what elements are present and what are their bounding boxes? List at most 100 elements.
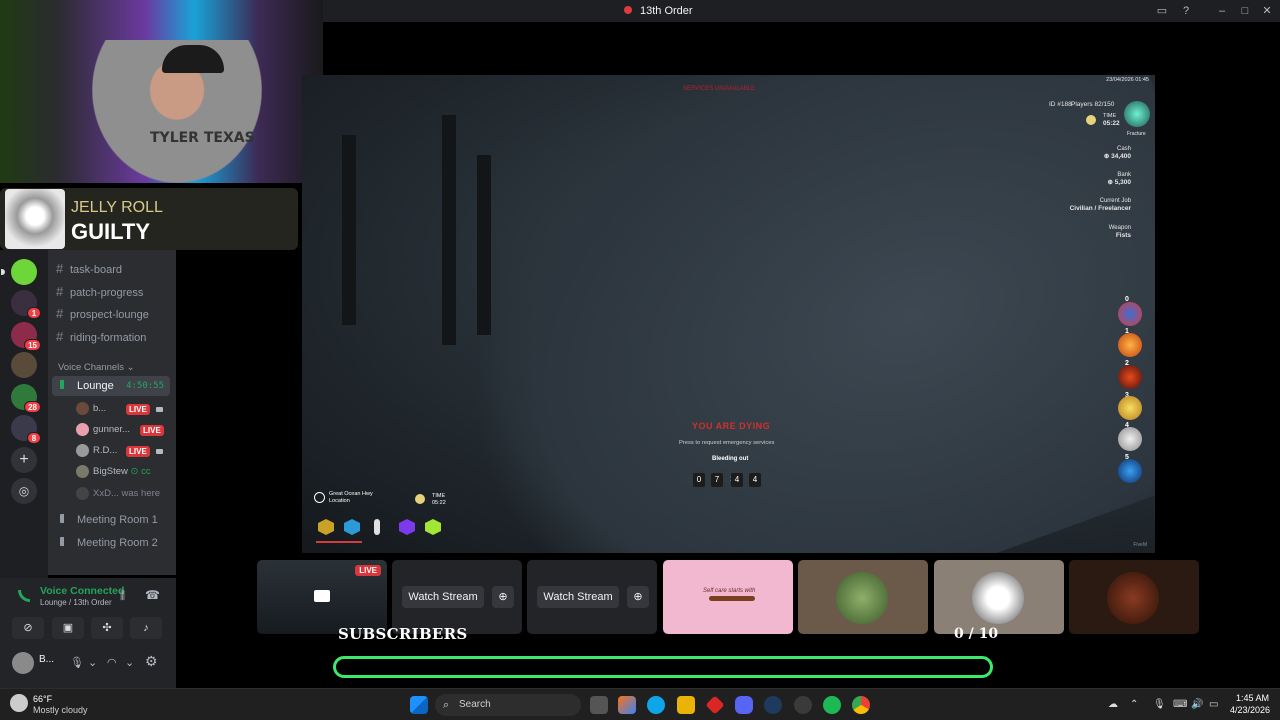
avatar[interactable] (12, 652, 34, 674)
channel-riding-formation[interactable]: # riding-formation (56, 327, 146, 347)
stream-tile[interactable] (798, 560, 928, 634)
server-icon[interactable]: 8 (11, 415, 41, 444)
moon-icon (1086, 115, 1096, 125)
volume-icon[interactable]: 🔊 (1191, 699, 1203, 710)
minimize-button[interactable]: – (1214, 3, 1230, 19)
search-box[interactable]: ⌕ Search (435, 694, 581, 716)
server-icon[interactable] (11, 352, 37, 378)
dying-text: YOU ARE DYING (692, 421, 771, 431)
popout-icon[interactable]: ⊕ (627, 586, 649, 608)
ability-icon (1118, 365, 1142, 389)
weather-desc[interactable]: Mostly cloudy (33, 705, 88, 715)
screen-share-button[interactable]: ▣ (52, 617, 84, 639)
copilot-icon[interactable] (618, 696, 636, 714)
camera-off-button[interactable]: ⊘ (12, 617, 44, 639)
stream-tile[interactable] (1069, 560, 1199, 634)
soundboard-button[interactable]: ♪ (130, 617, 162, 639)
hash-icon: # (56, 261, 64, 276)
file-explorer-icon[interactable] (677, 696, 695, 714)
game-time: 05:22 (1103, 120, 1120, 127)
chevron-down-icon[interactable]: ⌄ (88, 656, 97, 669)
channel-patch-progress[interactable]: # patch-progress (56, 282, 143, 302)
clock-time[interactable]: 1:45 AM (1235, 693, 1269, 703)
voice-user[interactable]: XxD... was here (76, 484, 170, 504)
steam-icon[interactable] (764, 696, 782, 714)
network-icon[interactable]: ⌨ (1173, 699, 1187, 710)
game-datetime: 23/04/2026 01:45 (1106, 77, 1149, 83)
camera-icon (156, 449, 163, 454)
speaker-icon (60, 537, 71, 546)
search-icon: ⌕ (443, 699, 450, 711)
microphone-icon[interactable]: 🎙 (1153, 699, 1166, 710)
voice-channel-lounge[interactable]: Lounge 4:50:55 (52, 376, 170, 396)
speaker-icon (60, 380, 71, 389)
stream-tile[interactable]: Watch Stream ⊕ (527, 560, 657, 634)
battery-icon[interactable]: ▭ (1209, 699, 1218, 710)
clock-date[interactable]: 4/23/2026 (1222, 705, 1270, 715)
hash-icon: # (56, 306, 64, 321)
weather-temp[interactable]: 66°F (33, 694, 52, 704)
weapon-block: Weapon Fists (1108, 225, 1131, 239)
live-badge: LIVE (355, 565, 381, 576)
chevron-down-icon[interactable]: ⌄ (125, 656, 134, 669)
close-button[interactable]: ✕ (1259, 3, 1275, 19)
compass-icon (314, 492, 325, 503)
channel-prospect-lounge[interactable]: # prospect-lounge (56, 304, 149, 324)
stream-tile[interactable] (934, 560, 1064, 634)
chevron-up-icon[interactable]: ⌃ (1130, 699, 1138, 710)
weather-icon[interactable] (10, 694, 28, 712)
discover-icon[interactable]: ◎ (11, 478, 37, 504)
watch-stream-button[interactable]: Watch Stream (537, 586, 619, 608)
voice-channel-meeting-2[interactable]: Meeting Room 2 (52, 533, 170, 553)
server-icon[interactable]: 28 (11, 384, 41, 413)
cloud-icon[interactable]: ☁ (1108, 699, 1118, 710)
noise-suppression-icon[interactable]: ⫼ (120, 590, 125, 603)
discord-icon[interactable] (735, 696, 753, 714)
server-icon[interactable]: 15 (11, 322, 41, 351)
stream-tile[interactable]: Watch Stream ⊕ (392, 560, 522, 634)
stream-tile[interactable]: LIVE (257, 560, 387, 634)
channel-task-board[interactable]: # task-board (56, 259, 122, 279)
help-icon[interactable]: ? (1178, 3, 1194, 19)
hud-time: TIME 05:22 (432, 493, 446, 506)
job-block: Current Job Civilian / Freelancer (1069, 198, 1131, 212)
spotify-icon[interactable] (823, 696, 841, 714)
headphones-icon[interactable]: ◠ (107, 656, 117, 669)
add-server-icon[interactable]: + (11, 447, 37, 473)
voice-location[interactable]: Lounge / 13th Order (40, 598, 112, 607)
chrome-icon[interactable] (852, 696, 870, 714)
gear-icon[interactable]: ⚙ (145, 653, 158, 670)
user-name[interactable]: B... (39, 654, 54, 665)
microphone-icon[interactable]: 🎙 (70, 656, 84, 669)
start-icon[interactable] (410, 696, 428, 714)
moon-icon (415, 494, 425, 504)
watch-stream-button[interactable]: Watch Stream (402, 586, 484, 608)
activities-button[interactable]: ✣ (91, 617, 123, 639)
voice-user[interactable]: BigStew ⊙ cc (76, 462, 170, 482)
server-icon[interactable]: 1 (11, 290, 41, 319)
stream-tile[interactable]: Self care starts with (663, 560, 793, 634)
voice-panel: Voice Connected Lounge / 13th Order ⫼ ☎ … (0, 578, 176, 688)
game-stream[interactable]: SERVICES UNAVAILABLE 23/04/2026 01:45 ID… (302, 75, 1155, 553)
game-watermark: FiveM (1133, 542, 1147, 548)
hash-icon: # (56, 329, 64, 344)
popout-icon[interactable]: ⊕ (492, 586, 514, 608)
disconnect-icon[interactable]: ☎ (145, 588, 160, 602)
now-playing-song: GUILTY (71, 219, 151, 244)
services-warning: SERVICES UNAVAILABLE (683, 86, 756, 92)
live-badge: LIVE (126, 404, 150, 415)
app-icon[interactable] (794, 696, 812, 714)
promo-graphic (709, 596, 755, 601)
webcam-feed: TYLER TEXAS (0, 0, 323, 183)
voice-status[interactable]: Voice Connected (40, 585, 124, 597)
ability-icon (1118, 459, 1142, 483)
app-icon[interactable] (705, 695, 725, 715)
maximize-button[interactable]: □ (1237, 3, 1253, 19)
inbox-icon[interactable]: ▭ (1154, 3, 1170, 19)
voice-channel-meeting-1[interactable]: Meeting Room 1 (52, 510, 170, 530)
voice-channels-header[interactable]: Voice Channels ⌄ (58, 362, 135, 373)
server-icon[interactable] (1, 259, 37, 285)
player-id: ID #188 (1049, 101, 1072, 108)
edge-icon[interactable] (647, 696, 665, 714)
task-view-icon[interactable] (590, 696, 608, 714)
